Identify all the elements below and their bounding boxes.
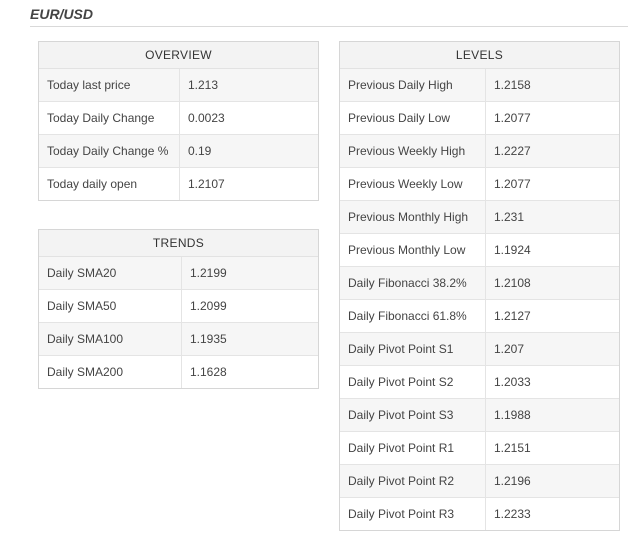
table-row: Daily SMA200 1.1628 [39, 355, 318, 388]
table-row: Daily SMA50 1.2099 [39, 289, 318, 322]
table-row: Previous Daily High 1.2158 [340, 69, 619, 101]
overview-rows: Today last price 1.213 Today Daily Chang… [39, 69, 318, 200]
row-value: 1.2199 [181, 257, 318, 289]
row-value: 1.2151 [485, 432, 619, 464]
table-row: Today daily open 1.2107 [39, 167, 318, 200]
row-value: 1.1924 [485, 234, 619, 266]
table-row: Daily Pivot Point S3 1.1988 [340, 398, 619, 431]
overview-table: OVERVIEW Today last price 1.213 Today Da… [38, 41, 319, 201]
row-value: 1.1988 [485, 399, 619, 431]
table-row: Daily Pivot Point S1 1.207 [340, 332, 619, 365]
row-value: 1.2196 [485, 465, 619, 497]
table-row: Today Daily Change % 0.19 [39, 134, 318, 167]
row-value: 1.2127 [485, 300, 619, 332]
overview-header: OVERVIEW [39, 42, 318, 69]
row-label: Daily SMA200 [39, 356, 181, 388]
row-value: 1.213 [179, 69, 318, 101]
row-label: Daily Pivot Point R2 [340, 465, 485, 497]
row-value: 1.2108 [485, 267, 619, 299]
table-row: Previous Daily Low 1.2077 [340, 101, 619, 134]
row-label: Daily Pivot Point S3 [340, 399, 485, 431]
row-label: Previous Daily Low [340, 102, 485, 134]
row-value: 1.1935 [181, 323, 318, 355]
row-value: 1.2158 [485, 69, 619, 101]
row-label: Today last price [39, 69, 179, 101]
row-value: 1.207 [485, 333, 619, 365]
row-value: 1.2227 [485, 135, 619, 167]
row-value: 1.2099 [181, 290, 318, 322]
row-label: Previous Weekly Low [340, 168, 485, 200]
row-value: 1.2033 [485, 366, 619, 398]
row-label: Today Daily Change % [39, 135, 179, 167]
table-row: Daily Pivot Point R3 1.2233 [340, 497, 619, 530]
row-label: Daily Pivot Point R1 [340, 432, 485, 464]
table-row: Previous Weekly Low 1.2077 [340, 167, 619, 200]
table-row: Daily Pivot Point R1 1.2151 [340, 431, 619, 464]
levels-rows: Previous Daily High 1.2158 Previous Dail… [340, 69, 619, 530]
table-row: Daily Fibonacci 38.2% 1.2108 [340, 266, 619, 299]
row-label: Previous Monthly High [340, 201, 485, 233]
row-value: 0.19 [179, 135, 318, 167]
row-label: Daily Fibonacci 61.8% [340, 300, 485, 332]
row-value: 1.2077 [485, 168, 619, 200]
table-row: Daily SMA100 1.1935 [39, 322, 318, 355]
title-divider [30, 26, 628, 27]
table-row: Today last price 1.213 [39, 69, 318, 101]
trends-table: TRENDS Daily SMA20 1.2199 Daily SMA50 1.… [38, 229, 319, 389]
row-value: 1.2107 [179, 168, 318, 200]
row-label: Today Daily Change [39, 102, 179, 134]
pair-title: EUR/USD [30, 6, 94, 22]
row-label: Previous Monthly Low [340, 234, 485, 266]
row-value: 1.231 [485, 201, 619, 233]
table-row: Daily SMA20 1.2199 [39, 257, 318, 289]
row-label: Previous Weekly High [340, 135, 485, 167]
row-label: Daily SMA20 [39, 257, 181, 289]
table-row: Daily Pivot Point S2 1.2033 [340, 365, 619, 398]
row-label: Daily SMA100 [39, 323, 181, 355]
levels-header: LEVELS [340, 42, 619, 69]
levels-table: LEVELS Previous Daily High 1.2158 Previo… [339, 41, 620, 531]
table-row: Previous Monthly Low 1.1924 [340, 233, 619, 266]
row-value: 1.2233 [485, 498, 619, 530]
table-row: Previous Monthly High 1.231 [340, 200, 619, 233]
row-value: 1.2077 [485, 102, 619, 134]
table-row: Daily Pivot Point R2 1.2196 [340, 464, 619, 497]
row-value: 1.1628 [181, 356, 318, 388]
row-label: Previous Daily High [340, 69, 485, 101]
row-label: Daily Pivot Point S1 [340, 333, 485, 365]
row-label: Daily Pivot Point R3 [340, 498, 485, 530]
row-label: Daily Fibonacci 38.2% [340, 267, 485, 299]
trends-header: TRENDS [39, 230, 318, 257]
trends-rows: Daily SMA20 1.2199 Daily SMA50 1.2099 Da… [39, 257, 318, 388]
table-row: Daily Fibonacci 61.8% 1.2127 [340, 299, 619, 332]
row-label: Daily SMA50 [39, 290, 181, 322]
table-row: Today Daily Change 0.0023 [39, 101, 318, 134]
row-label: Daily Pivot Point S2 [340, 366, 485, 398]
table-row: Previous Weekly High 1.2227 [340, 134, 619, 167]
row-label: Today daily open [39, 168, 179, 200]
row-value: 0.0023 [179, 102, 318, 134]
